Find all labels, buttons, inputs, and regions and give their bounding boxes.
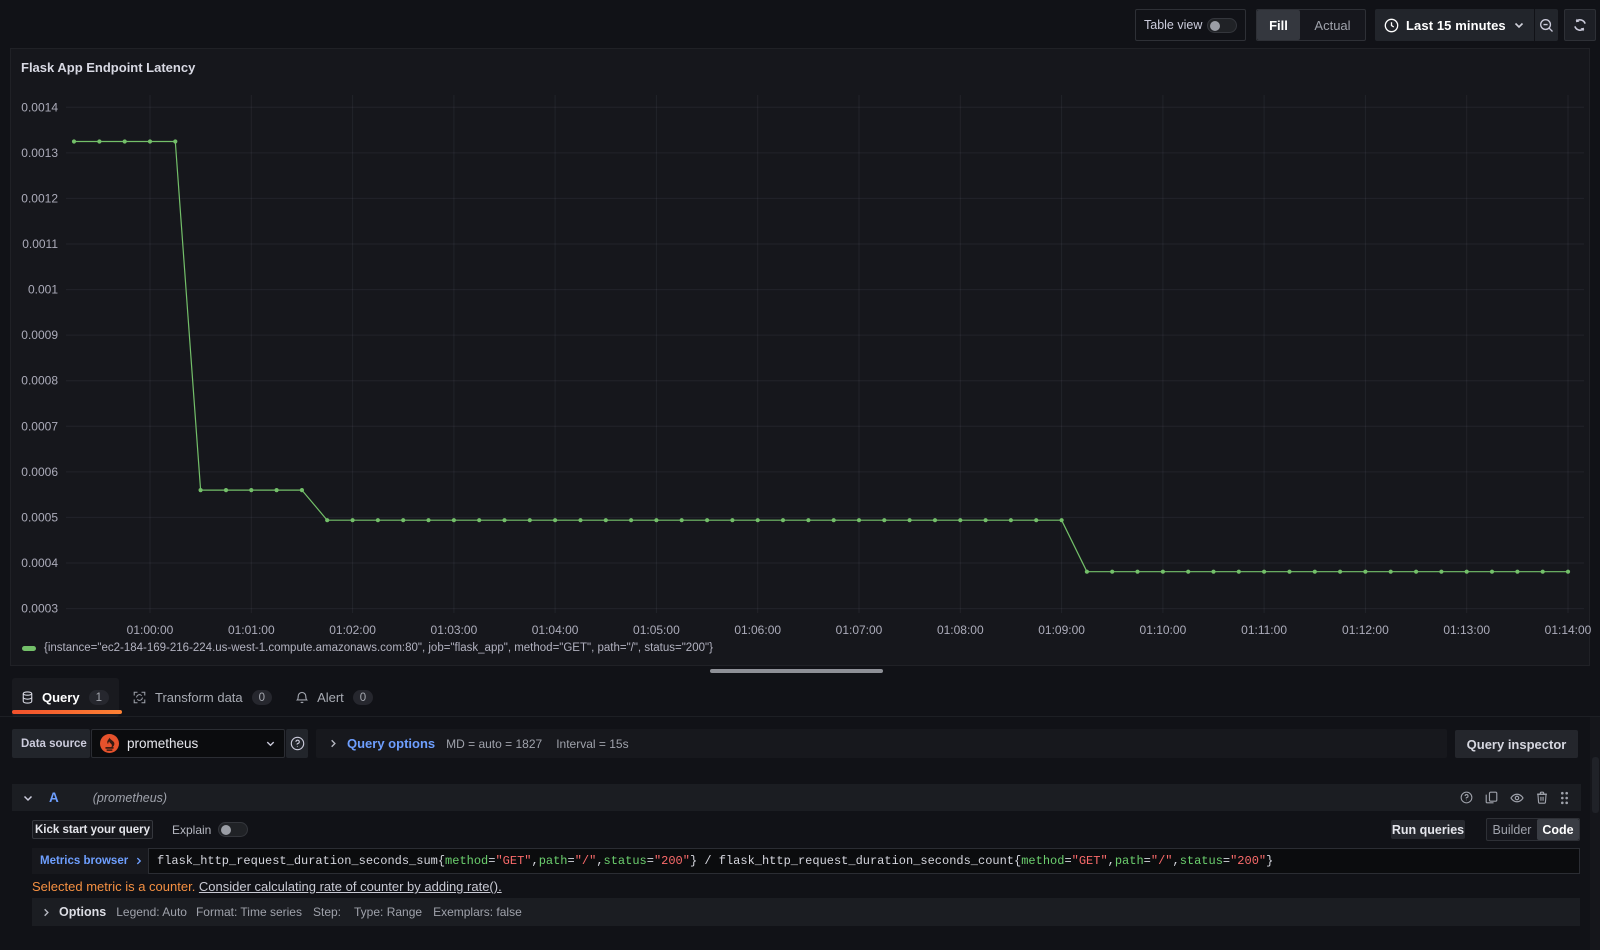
svg-text:0.0009: 0.0009 xyxy=(21,328,58,342)
svg-text:0.0008: 0.0008 xyxy=(21,374,58,388)
svg-text:01:03:00: 01:03:00 xyxy=(431,623,478,637)
svg-text:01:00:00: 01:00:00 xyxy=(127,623,174,637)
svg-text:0.001: 0.001 xyxy=(28,283,58,297)
svg-text:01:06:00: 01:06:00 xyxy=(734,623,781,637)
svg-text:01:09:00: 01:09:00 xyxy=(1038,623,1085,637)
svg-text:01:07:00: 01:07:00 xyxy=(836,623,883,637)
svg-text:0.0011: 0.0011 xyxy=(22,237,58,251)
svg-text:01:02:00: 01:02:00 xyxy=(329,623,376,637)
svg-text:0.0003: 0.0003 xyxy=(21,602,58,616)
svg-text:0.0006: 0.0006 xyxy=(21,465,58,479)
svg-text:0.0012: 0.0012 xyxy=(21,191,58,205)
svg-text:01:12:00: 01:12:00 xyxy=(1342,623,1389,637)
svg-text:01:14:00: 01:14:00 xyxy=(1545,623,1592,637)
svg-text:0.0004: 0.0004 xyxy=(21,556,58,570)
svg-text:01:11:00: 01:11:00 xyxy=(1241,623,1287,637)
svg-text:01:08:00: 01:08:00 xyxy=(937,623,984,637)
svg-text:0.0013: 0.0013 xyxy=(21,146,58,160)
svg-text:01:05:00: 01:05:00 xyxy=(633,623,680,637)
svg-text:01:04:00: 01:04:00 xyxy=(532,623,579,637)
svg-text:01:10:00: 01:10:00 xyxy=(1140,623,1187,637)
svg-text:0.0005: 0.0005 xyxy=(21,510,58,524)
svg-text:01:01:00: 01:01:00 xyxy=(228,623,275,637)
svg-text:0.0007: 0.0007 xyxy=(21,419,58,433)
svg-text:0.0014: 0.0014 xyxy=(21,100,58,114)
svg-text:01:13:00: 01:13:00 xyxy=(1443,623,1490,637)
